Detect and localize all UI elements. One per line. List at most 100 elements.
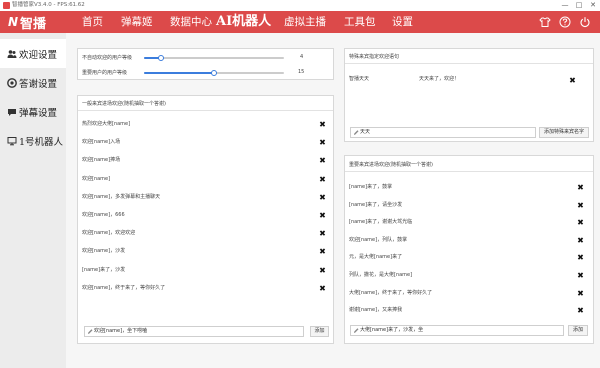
delete-icon[interactable]: ✖ — [319, 212, 326, 220]
brand-mark: N — [8, 15, 19, 29]
minimize-button[interactable]: — — [558, 0, 572, 11]
divider — [345, 171, 593, 172]
people-icon — [6, 48, 17, 59]
divider — [345, 63, 593, 64]
sidebar-item-barrage[interactable]: 弹幕设置 — [0, 97, 66, 126]
nav-home[interactable]: 首页 — [82, 11, 103, 33]
specific-welcome-panel: 特殊来宾指定欢迎语句 智播天天 天天来了，欢迎！ ✖ 天天 添加特殊来宾名字 — [344, 48, 594, 142]
nav-ai-robot[interactable]: AI机器人 — [216, 11, 271, 33]
window-title: 智播管家V3.4.0 - FPS:61.62 — [12, 2, 85, 8]
specific-name-input[interactable]: 天天 — [350, 127, 536, 138]
list-item: [name]来了，沙发 — [82, 266, 126, 273]
list-item: [name]来了，请坐沙发 — [349, 201, 403, 208]
general-welcome-add-button[interactable]: 添加 — [310, 326, 329, 337]
power-icon[interactable] — [579, 16, 591, 28]
delete-icon[interactable]: ✖ — [577, 236, 584, 244]
divider — [78, 110, 333, 111]
list-item: [name]来了，谢谢大驾光临 — [349, 219, 413, 226]
list-item: 欢迎[name]，666 — [82, 212, 125, 218]
delete-icon[interactable]: ✖ — [319, 175, 326, 183]
nav-danmaku[interactable]: 弹幕姬 — [121, 11, 153, 33]
slider-thumb[interactable] — [157, 55, 164, 61]
no-welcome-level-value: 4 — [300, 54, 304, 60]
maximize-button[interactable]: □ — [572, 0, 586, 11]
level-settings-panel: 不自动欢迎的用户等级 4 重要用户的用户等级 15 — [77, 48, 334, 80]
vip-welcome-input-value: 大佬[name]来了，沙发，坐 — [360, 327, 424, 333]
shirt-icon[interactable] — [539, 16, 551, 28]
close-button[interactable]: ✕ — [586, 0, 600, 11]
nav-settings[interactable]: 设置 — [392, 11, 413, 33]
delete-icon[interactable]: ✖ — [319, 193, 326, 201]
general-welcome-input[interactable]: 欢迎[name]，坐下唠嗑 — [84, 326, 304, 337]
sidebar-item-welcome[interactable]: 欢迎设置 — [0, 39, 66, 68]
special-guest-name: 智播天天 — [349, 76, 370, 82]
general-welcome-panel: 一般来宾进场欢迎(随机抽取一个答谢) 热烈欢迎大佬[name] ✖ 欢迎[name]… — [77, 95, 334, 344]
delete-icon[interactable]: ✖ — [319, 284, 326, 292]
special-guest-greeting: 天天来了，欢迎！ — [419, 76, 460, 82]
list-item: 欢迎[name]，沙发 — [82, 248, 126, 255]
sidebar-item-label: 弹幕设置 — [19, 107, 58, 119]
list-item: 欢迎[name]，列队，鼓掌 — [349, 236, 408, 243]
brand-logo: N 智播 — [8, 12, 46, 32]
delete-icon[interactable]: ✖ — [577, 201, 584, 209]
pencil-icon — [88, 329, 93, 334]
list-item: 热烈欢迎大佬[name] — [82, 121, 131, 127]
vip-welcome-add-button[interactable]: 添加 — [568, 325, 588, 336]
list-item: 列队，撒花，是大佬[name] — [349, 272, 413, 278]
pencil-icon — [354, 130, 359, 135]
sidebar-item-label: 答谢设置 — [19, 78, 58, 90]
list-item: 谢谢[name]，又来捧我 — [349, 307, 403, 314]
nav-virtual-host[interactable]: 虚拟主播 — [284, 11, 326, 33]
help-icon[interactable] — [559, 16, 571, 28]
no-welcome-level-slider[interactable] — [144, 55, 284, 61]
delete-icon[interactable]: ✖ — [319, 121, 326, 129]
vip-welcome-header: 重要来宾进场欢迎(随机抽取一个答谢) — [349, 162, 433, 168]
barrage-icon — [6, 106, 17, 117]
monitor-icon — [6, 135, 17, 146]
list-item: 欢迎[name] — [82, 175, 111, 182]
delete-icon[interactable]: ✖ — [577, 272, 584, 280]
slider-fill — [144, 72, 214, 74]
specific-name-input-value: 天天 — [360, 129, 371, 135]
sidebar-item-thanks[interactable]: 答谢设置 — [0, 68, 66, 97]
sidebar: 欢迎设置 答谢设置 弹幕设置 1号机器人 — [0, 33, 66, 368]
list-item: 欢迎[name]，欢迎欢迎 — [82, 230, 136, 237]
delete-icon[interactable]: ✖ — [577, 307, 584, 315]
nav-data-center[interactable]: 数据中心 — [170, 11, 212, 33]
list-item: [name]来了，鼓掌 — [349, 184, 393, 190]
no-welcome-level-label: 不自动欢迎的用户等级 — [82, 55, 133, 61]
app-icon — [3, 2, 10, 9]
specific-welcome-header: 特殊来宾指定欢迎语句 — [349, 54, 400, 60]
vip-level-value: 15 — [298, 69, 305, 75]
brand-name: 智播 — [20, 16, 47, 32]
sidebar-item-robot-1[interactable]: 1号机器人 — [0, 126, 66, 155]
list-item: 大佬[name]，终于来了，等你好久了 — [349, 289, 433, 296]
delete-icon[interactable]: ✖ — [577, 219, 584, 227]
delete-icon[interactable]: ✖ — [319, 248, 326, 256]
vip-welcome-input[interactable]: 大佬[name]来了，沙发，坐 — [350, 325, 564, 336]
list-item: 元，是大佬[name]来了 — [349, 254, 403, 261]
general-welcome-input-value: 欢迎[name]，坐下唠嗑 — [94, 328, 148, 334]
delete-icon[interactable]: ✖ — [319, 266, 326, 274]
sidebar-item-label: 1号机器人 — [19, 136, 64, 148]
delete-icon[interactable]: ✖ — [569, 77, 576, 85]
list-item: 欢迎[name]捧场 — [82, 157, 121, 164]
list-item: 欢迎[name]入场 — [82, 139, 121, 146]
delete-icon[interactable]: ✖ — [319, 157, 326, 165]
title-bar: 智播管家V3.4.0 - FPS:61.62 — □ ✕ — [0, 0, 600, 11]
delete-icon[interactable]: ✖ — [319, 230, 326, 238]
delete-icon[interactable]: ✖ — [577, 254, 584, 262]
add-special-guest-button[interactable]: 添加特殊来宾名字 — [539, 127, 589, 138]
vip-welcome-panel: 重要来宾进场欢迎(随机抽取一个答谢) [name]来了，鼓掌 ✖ [name]来了，… — [344, 155, 594, 344]
general-welcome-header: 一般来宾进场欢迎(随机抽取一个答谢) — [82, 101, 166, 107]
vip-level-slider[interactable] — [144, 70, 284, 76]
top-nav: N 智播 首页 弹幕姬 数据中心 AI机器人 虚拟主播 工具包 设置 — [0, 11, 600, 33]
slider-thumb[interactable] — [211, 70, 217, 76]
thanks-icon — [6, 77, 17, 88]
delete-icon[interactable]: ✖ — [319, 139, 326, 147]
delete-icon[interactable]: ✖ — [577, 184, 584, 192]
list-item: 欢迎[name]，多发弹幕和主播聊天 — [82, 193, 161, 200]
vip-level-label: 重要用户的用户等级 — [82, 70, 128, 76]
delete-icon[interactable]: ✖ — [577, 289, 584, 297]
nav-toolkit[interactable]: 工具包 — [344, 11, 376, 33]
